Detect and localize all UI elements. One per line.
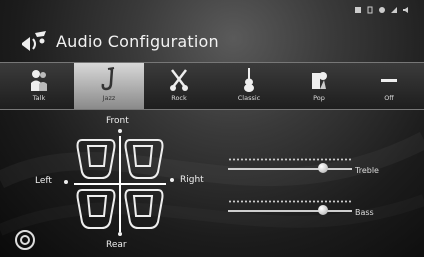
- treble-scale: [228, 158, 352, 161]
- settings-button[interactable]: [14, 229, 36, 251]
- left-label: Left: [35, 176, 52, 186]
- preset-label: Classic: [237, 94, 261, 102]
- treble-track: [228, 168, 352, 170]
- bass-slider-group: [228, 200, 352, 215]
- treble-label: Treble: [355, 166, 379, 175]
- bass-scale: [228, 200, 352, 203]
- settings-icon: [15, 230, 35, 250]
- page-title: Audio Configuration: [56, 31, 219, 51]
- bass-track: [228, 210, 352, 212]
- front-label: Front: [106, 116, 129, 126]
- pop-icon: [312, 72, 327, 89]
- treble-slider-group: [228, 158, 352, 173]
- audio-settings-icon: [22, 31, 46, 51]
- preset-off[interactable]: Off: [354, 63, 424, 109]
- status-bar: [354, 6, 410, 14]
- treble-knob[interactable]: [318, 163, 329, 173]
- header: Audio Configuration: [18, 28, 219, 54]
- preset-classic[interactable]: Classic: [214, 63, 284, 109]
- violin-icon: [244, 68, 254, 92]
- sd-card-icon: [354, 6, 362, 14]
- preset-label: Pop: [313, 94, 325, 102]
- right-label: Right: [180, 175, 204, 185]
- audio-configuration-screen: Audio Configuration Talk Jazz Rock Class…: [0, 0, 424, 257]
- bass-label: Bass: [355, 208, 374, 217]
- treble-slider[interactable]: [228, 163, 352, 173]
- android-icon: [378, 6, 386, 14]
- preset-rock[interactable]: Rock: [144, 63, 214, 109]
- right-dot: [170, 178, 174, 182]
- preset-jazz[interactable]: Jazz: [74, 63, 144, 109]
- left-dot: [64, 180, 68, 184]
- preset-talk[interactable]: Talk: [4, 63, 74, 109]
- guitars-icon: [170, 69, 188, 91]
- preset-pop[interactable]: Pop: [284, 63, 354, 109]
- rear-dot: [118, 232, 122, 236]
- balance-fader-pad[interactable]: [74, 136, 166, 232]
- preset-label: Jazz: [102, 94, 116, 102]
- bass-knob[interactable]: [318, 205, 329, 215]
- usb-icon: [366, 6, 374, 14]
- signal-icon: [390, 6, 398, 14]
- preset-label: Talk: [32, 94, 46, 102]
- talk-icon: [31, 70, 47, 91]
- rear-label: Rear: [106, 240, 127, 250]
- saxophone-icon: [101, 67, 115, 91]
- preset-label: Off: [384, 94, 394, 102]
- eq-preset-bar: Talk Jazz Rock Classic Pop Off: [0, 62, 424, 110]
- front-dot: [118, 129, 122, 133]
- volume-icon: [402, 6, 410, 14]
- preset-label: Rock: [171, 94, 187, 102]
- bass-slider[interactable]: [228, 205, 352, 215]
- dash-icon: [381, 79, 397, 82]
